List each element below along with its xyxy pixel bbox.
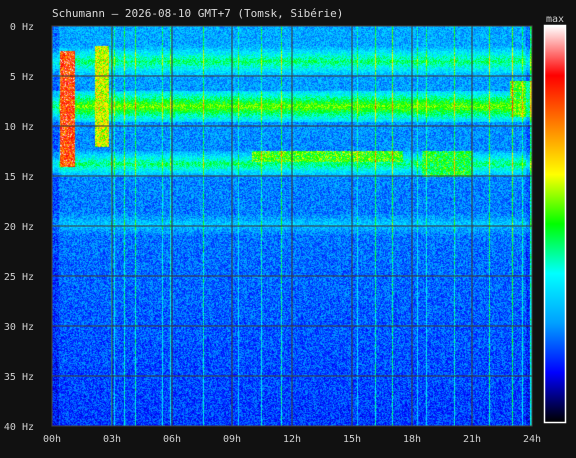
colorbar-label: max	[546, 14, 564, 25]
y-tick-label: 25 Hz	[4, 272, 34, 283]
y-tick-label: 30 Hz	[4, 322, 34, 333]
colorbar	[543, 24, 567, 424]
colorbar-gradient	[545, 26, 565, 422]
x-tick-label: 21h	[463, 434, 481, 445]
spectrogram-chart: Schumann — 2026-08-10 GMT+7 (Tomsk, Sibé…	[0, 0, 576, 458]
y-tick-label: 0 Hz	[10, 22, 34, 33]
x-tick-label: 03h	[103, 434, 121, 445]
x-tick-label: 00h	[43, 434, 61, 445]
y-tick-label: 15 Hz	[4, 172, 34, 183]
x-axis-ticks: 00h 03h 06h 09h 12h 15h 18h 21h 24h	[43, 434, 541, 445]
x-tick-label: 09h	[223, 434, 241, 445]
x-tick-label: 15h	[343, 434, 361, 445]
y-tick-label: 40 Hz	[4, 422, 34, 433]
x-tick-label: 24h	[523, 434, 541, 445]
y-tick-label: 10 Hz	[4, 122, 34, 133]
y-tick-label: 20 Hz	[4, 222, 34, 233]
spectrogram-svg: Schumann — 2026-08-10 GMT+7 (Tomsk, Sibé…	[4, 7, 567, 445]
x-tick-label: 18h	[403, 434, 421, 445]
x-tick-label: 06h	[163, 434, 181, 445]
y-tick-label: 35 Hz	[4, 372, 34, 383]
chart-title: Schumann — 2026-08-10 GMT+7 (Tomsk, Sibé…	[52, 7, 343, 20]
y-axis-ticks: 0 Hz 5 Hz 10 Hz 15 Hz 20 Hz 25 Hz 30 Hz 35 Hz 40…	[4, 22, 34, 433]
x-tick-label: 12h	[283, 434, 301, 445]
y-tick-label: 5 Hz	[10, 72, 34, 83]
